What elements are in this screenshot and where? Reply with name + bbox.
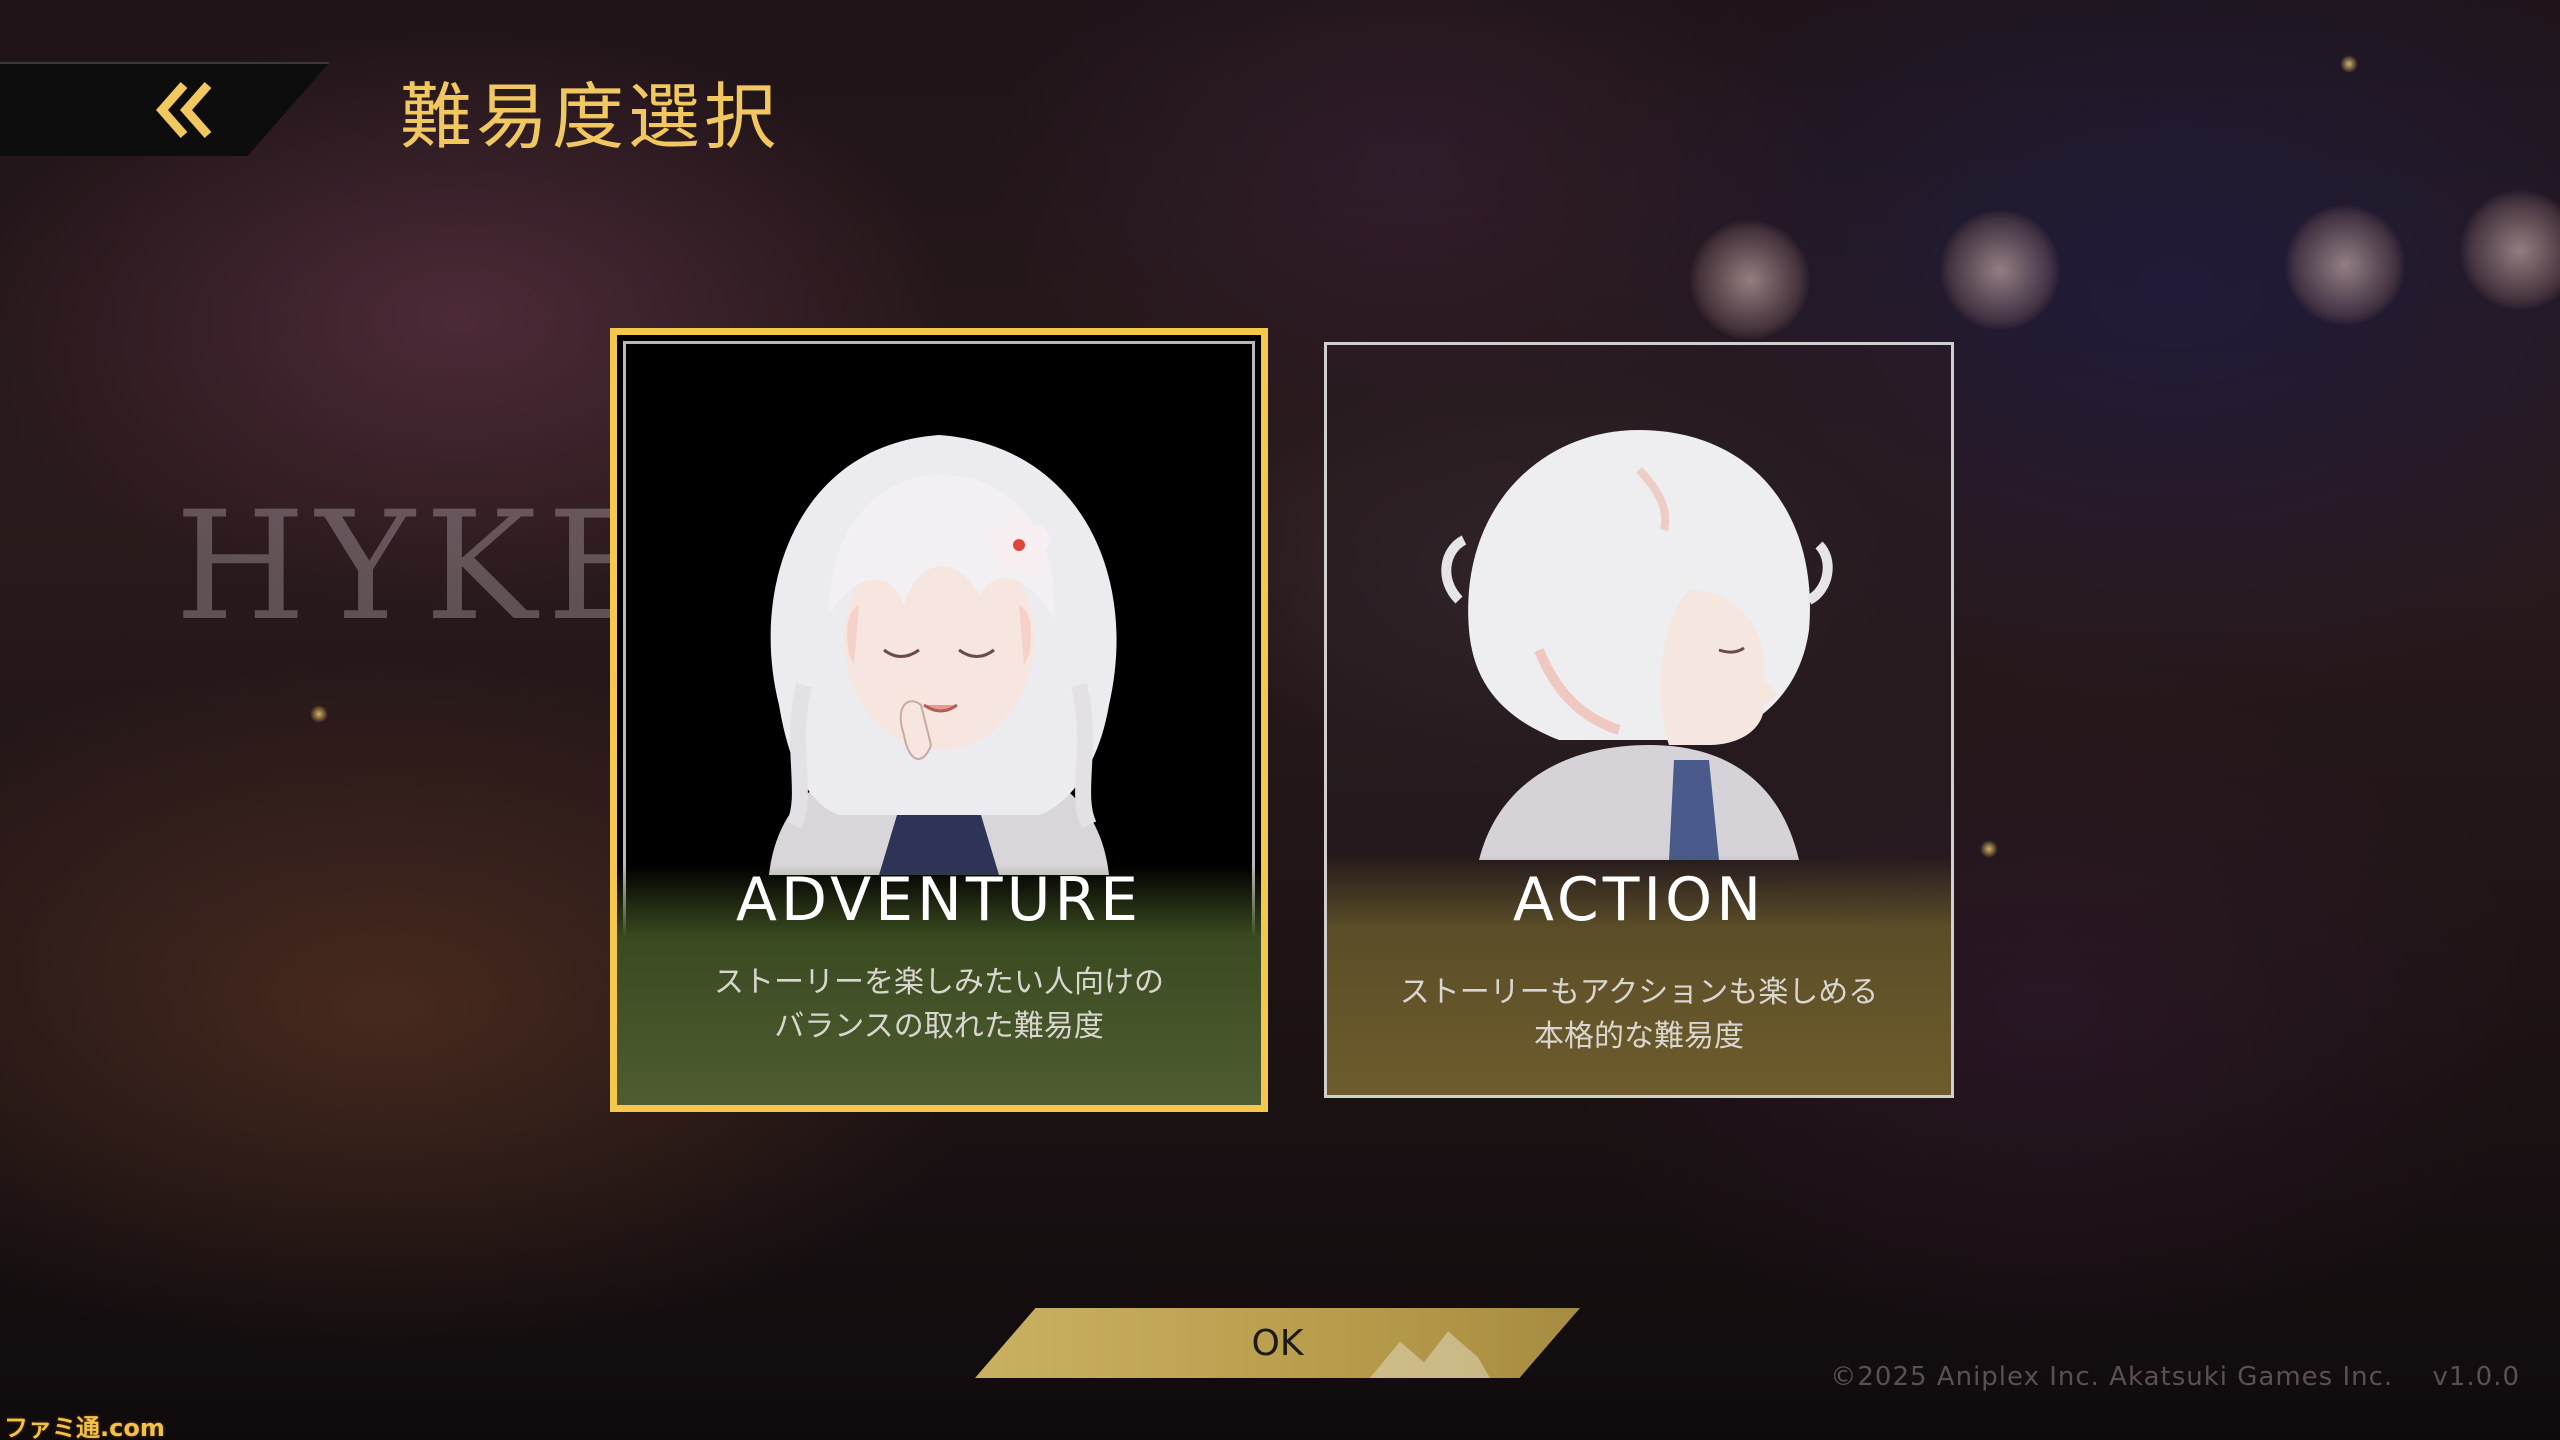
background-logo: HYKE xyxy=(175,480,667,654)
card-title: ADVENTURE xyxy=(735,865,1143,935)
difficulty-card-action[interactable]: ACTION ストーリーもアクションも楽しめる 本格的な難易度 xyxy=(1324,342,1954,1098)
version-label: v1.0.0 xyxy=(2432,1362,2520,1392)
page-title: 難易度選択 xyxy=(400,75,781,159)
background-spark xyxy=(1980,840,1998,858)
double-chevron-left-icon xyxy=(154,79,216,141)
background-dim xyxy=(0,0,2560,1440)
card-description-line: ストーリーもアクションも楽しめる xyxy=(1399,975,1879,1010)
back-button[interactable] xyxy=(140,70,230,150)
card-description-line: ストーリーを楽しみたい人向けの xyxy=(714,965,1164,1000)
background-light xyxy=(1690,220,1810,340)
ok-button[interactable]: OK xyxy=(975,1308,1580,1378)
card-description-line: 本格的な難易度 xyxy=(1534,1019,1744,1054)
copyright-text: ©2025 Aniplex Inc. Akatsuki Games Inc. v… xyxy=(1830,1362,2520,1392)
background-light xyxy=(1940,210,2060,330)
site-watermark: ファミ通.com xyxy=(4,1414,165,1440)
difficulty-card-adventure[interactable]: ADVENTURE ストーリーを楽しみたい人向けの バランスの取れた難易度 xyxy=(610,328,1268,1112)
background-spark xyxy=(2340,55,2358,73)
character-portrait-girl xyxy=(709,405,1169,879)
background-spark xyxy=(310,705,328,723)
background-light xyxy=(2285,205,2405,325)
game-screen: HYKE 難易度選択 ADVENTURE ストーリーを楽しみたい人向けの バラン… xyxy=(0,0,2560,1440)
card-description: ストーリーもアクションも楽しめる 本格的な難易度 xyxy=(1327,971,1951,1059)
card-description-line: バランスの取れた難易度 xyxy=(774,1009,1104,1044)
copyright-notice: ©2025 Aniplex Inc. Akatsuki Games Inc. xyxy=(1830,1362,2394,1392)
card-title: ACTION xyxy=(1512,865,1766,935)
card-description: ストーリーを楽しみたい人向けの バランスの取れた難易度 xyxy=(617,961,1261,1049)
character-portrait-boy xyxy=(1419,400,1859,864)
ok-button-label: OK xyxy=(1251,1322,1304,1364)
